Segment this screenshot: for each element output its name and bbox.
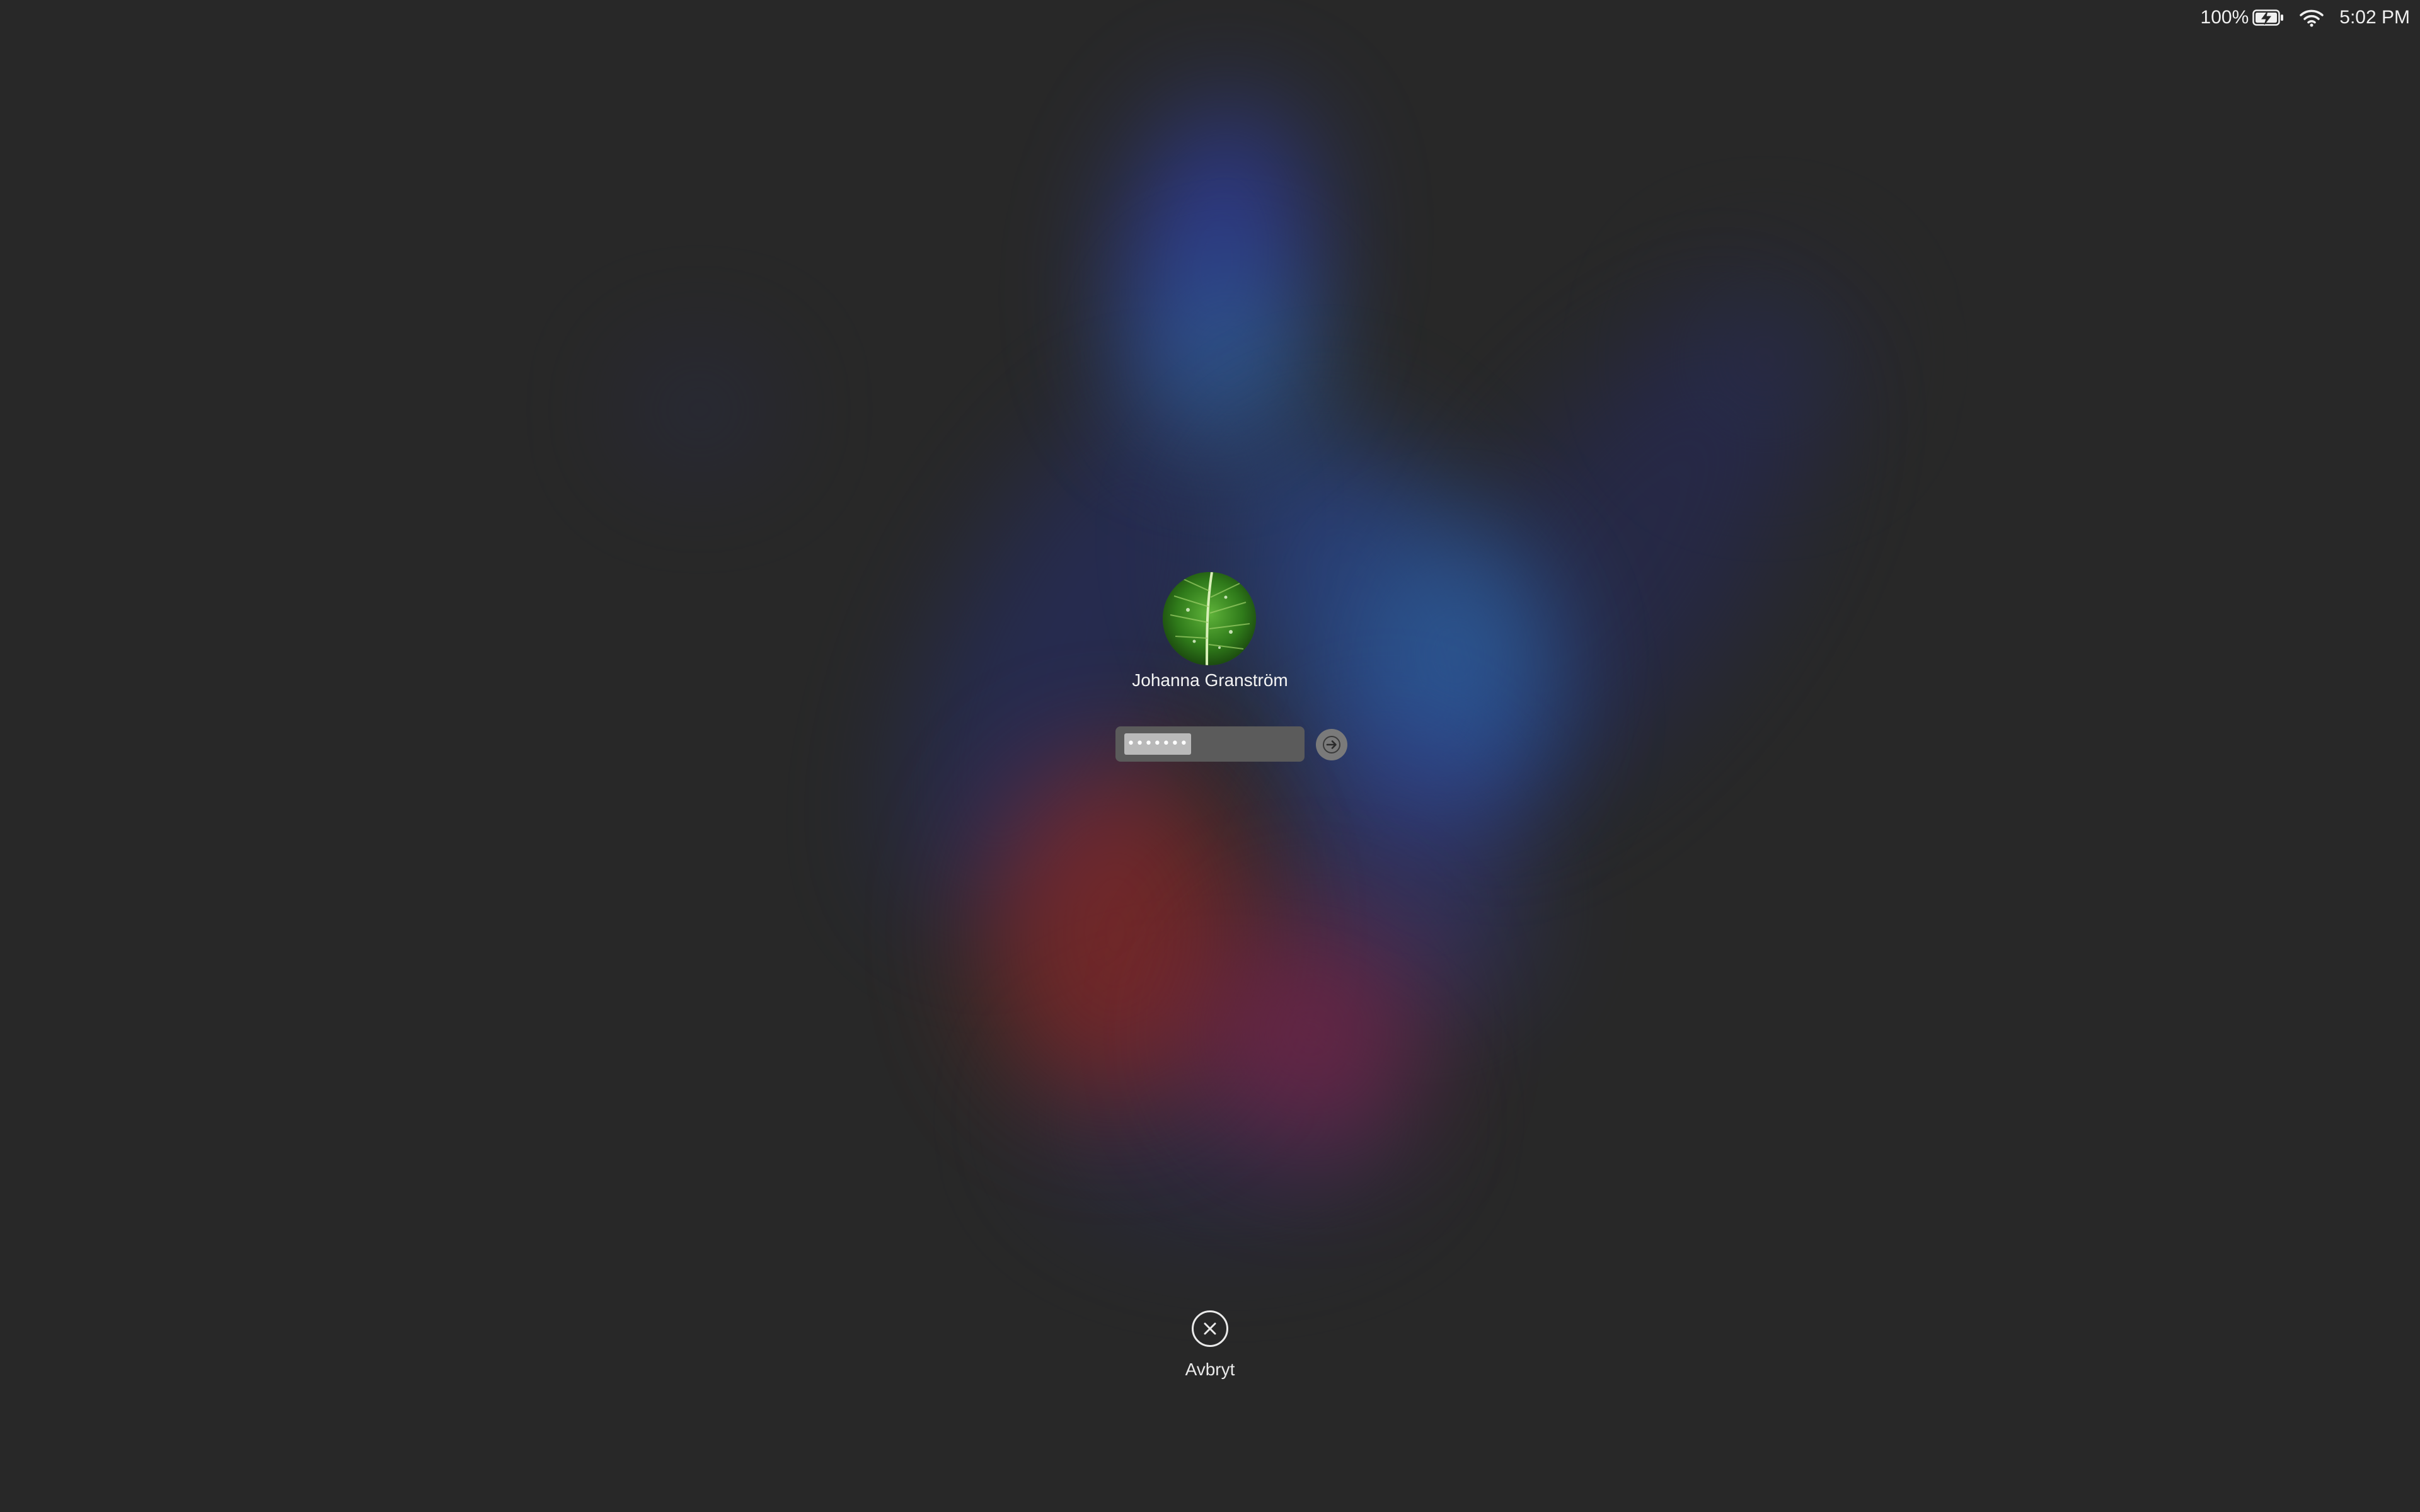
login-panel: Johanna Granström ••••••• <box>0 0 2420 1512</box>
arrow-right-icon <box>1323 736 1340 753</box>
cancel-button[interactable]: Avbryt <box>1160 1310 1260 1392</box>
leaf-avatar-icon <box>1163 572 1256 665</box>
lock-screen: 100% 5:02 PM Johanna Granström ••••••• A… <box>0 0 2420 1512</box>
password-value: ••••••• <box>1124 733 1191 755</box>
submit-button[interactable] <box>1316 729 1347 760</box>
close-circle-icon <box>1192 1310 1228 1347</box>
user-avatar[interactable] <box>1163 572 1256 665</box>
cancel-label: Avbryt <box>1185 1360 1235 1379</box>
user-name: Johanna Granström <box>1132 670 1288 690</box>
password-field[interactable]: ••••••• <box>1115 726 1305 762</box>
